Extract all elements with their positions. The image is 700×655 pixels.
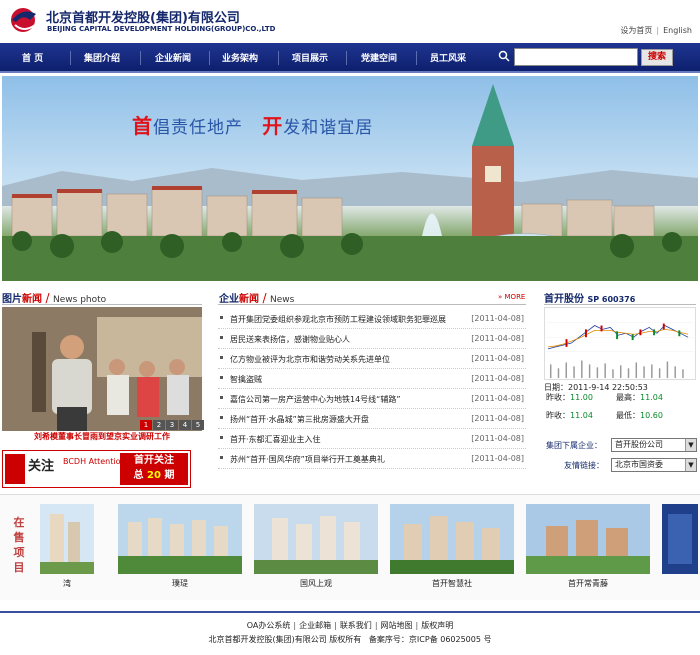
banner-slogan: 首倡责任地产 开发和谐宜居	[132, 114, 374, 138]
company-name-cn: 北京首都开发控股(集团)有限公司	[46, 11, 240, 26]
nav-home[interactable]: 首 页	[22, 51, 43, 64]
project-image-partial[interactable]	[662, 504, 698, 574]
friend-link-select[interactable]: 北京市国资委 ▼	[611, 458, 697, 472]
subsidiary-label: 集团下属企业：	[546, 441, 602, 450]
top-links: 设为首页 | English	[620, 26, 692, 35]
company-name-en: BEIJING CAPITAL DEVELOPMENT HOLDING(GROU…	[47, 25, 276, 33]
nav-group-intro[interactable]: 集团介绍	[84, 51, 120, 64]
stock-now: 昨收：11.00	[546, 393, 593, 402]
news-item[interactable]: 扬州“首开·水晶城”第三批房源盛大开盘 [2011-04-08]	[218, 409, 526, 429]
search-icon	[498, 50, 510, 62]
photo-page-1[interactable]: 1	[140, 420, 152, 430]
news-item[interactable]: 居民送来表扬信，感谢物业贴心人 [2011-04-08]	[218, 329, 526, 349]
footer-links: OA办公系统 | 企业邮箱 | 联系我们 | 网站地图 | 版权声明	[246, 621, 454, 630]
photo-news-image[interactable]	[2, 307, 202, 431]
project-image[interactable]	[254, 504, 378, 574]
news-item[interactable]: 首开集团党委组织参观北京市预防工程建设领域职务犯罪巡展 [2011-04-08]	[218, 309, 526, 329]
subsidiary-select[interactable]: 首开股份公司 ▼	[611, 438, 697, 452]
project-image[interactable]	[526, 504, 650, 574]
photo-caption[interactable]: 刘希模董事长冒雨到望京实业调研工作	[2, 431, 202, 444]
footer-link-sitemap[interactable]: 网站地图	[381, 621, 413, 630]
nav-projects[interactable]: 项目展示	[292, 51, 328, 64]
chevron-down-icon: ▼	[685, 439, 696, 451]
photo-page-3[interactable]: 3	[166, 420, 178, 430]
stock-low: 最低：10.60	[616, 411, 663, 420]
company-logo	[11, 8, 36, 32]
attention-ad-banner[interactable]: 关注 BCDH Attention 首开关注 总 20 期	[2, 450, 191, 488]
project-caption[interactable]: 首开常青藤	[526, 578, 650, 589]
stock-high: 最高：11.04	[616, 393, 663, 402]
project-image[interactable]	[118, 504, 242, 574]
footer-link-oa[interactable]: OA办公系统	[247, 621, 291, 630]
project-image[interactable]	[390, 504, 514, 574]
photo-page-5[interactable]: 5	[192, 420, 204, 430]
footer-link-contact[interactable]: 联系我们	[340, 621, 372, 630]
news-title: 企业新闻 / News	[219, 291, 295, 305]
projects-label: 在售项目	[13, 516, 25, 574]
news-item[interactable]: 智擒盗贼 [2011-04-08]	[218, 369, 526, 389]
stock-title: 首开股份 SP 600376	[544, 294, 636, 305]
news-item[interactable]: 嘉信公司第一房产运营中心为地铁14号线“辅路” [2011-04-08]	[218, 389, 526, 409]
news-more-link[interactable]: » MORE	[498, 293, 525, 301]
footer-link-mail[interactable]: 企业邮箱	[299, 621, 331, 630]
project-caption-partial[interactable]: 湾	[40, 578, 94, 589]
project-caption[interactable]: 首开智慧社	[390, 578, 514, 589]
english-link[interactable]: English	[663, 26, 692, 35]
banner-scene	[2, 84, 698, 281]
stock-chart[interactable]	[544, 307, 696, 380]
friend-link-label: 友情链接：	[564, 461, 604, 470]
news-item[interactable]: 亿方物业被评为北京市和谐劳动关系先进单位 [2011-04-08]	[218, 349, 526, 369]
chevron-down-icon: ▼	[685, 459, 696, 471]
nav-staff[interactable]: 员工风采	[430, 51, 466, 64]
project-image-partial[interactable]	[40, 504, 94, 574]
nav-business-structure[interactable]: 业务架构	[222, 51, 258, 64]
footer-link-copyright[interactable]: 版权声明	[421, 621, 453, 630]
footer-copyright: 北京首都开发控股(集团)有限公司 版权所有 备案序号：京ICP备 0602500…	[208, 635, 492, 644]
stock-prev: 昨收：11.04	[546, 411, 593, 420]
photo-page-4[interactable]: 4	[179, 420, 191, 430]
hero-banner	[2, 76, 698, 281]
nav-party-building[interactable]: 党建空间	[361, 51, 397, 64]
set-home-link[interactable]: 设为首页	[620, 26, 652, 35]
search-input[interactable]	[514, 48, 638, 66]
project-caption[interactable]: 国风上观	[254, 578, 378, 589]
search-button[interactable]: 搜索	[641, 49, 673, 66]
news-item[interactable]: 苏州“首开·国风华府”项目举行开工奠基典礼 [2011-04-08]	[218, 449, 526, 469]
photo-page-2[interactable]: 2	[153, 420, 165, 430]
footer-divider	[0, 611, 700, 613]
photo-news-title: 图片新闻 / News photo	[2, 291, 107, 305]
project-caption[interactable]: 璞瑅	[118, 578, 242, 589]
news-item[interactable]: 首开·东都汇喜迎业主入住 [2011-04-08]	[218, 429, 526, 449]
nav-corporate-news[interactable]: 企业新闻	[155, 51, 191, 64]
